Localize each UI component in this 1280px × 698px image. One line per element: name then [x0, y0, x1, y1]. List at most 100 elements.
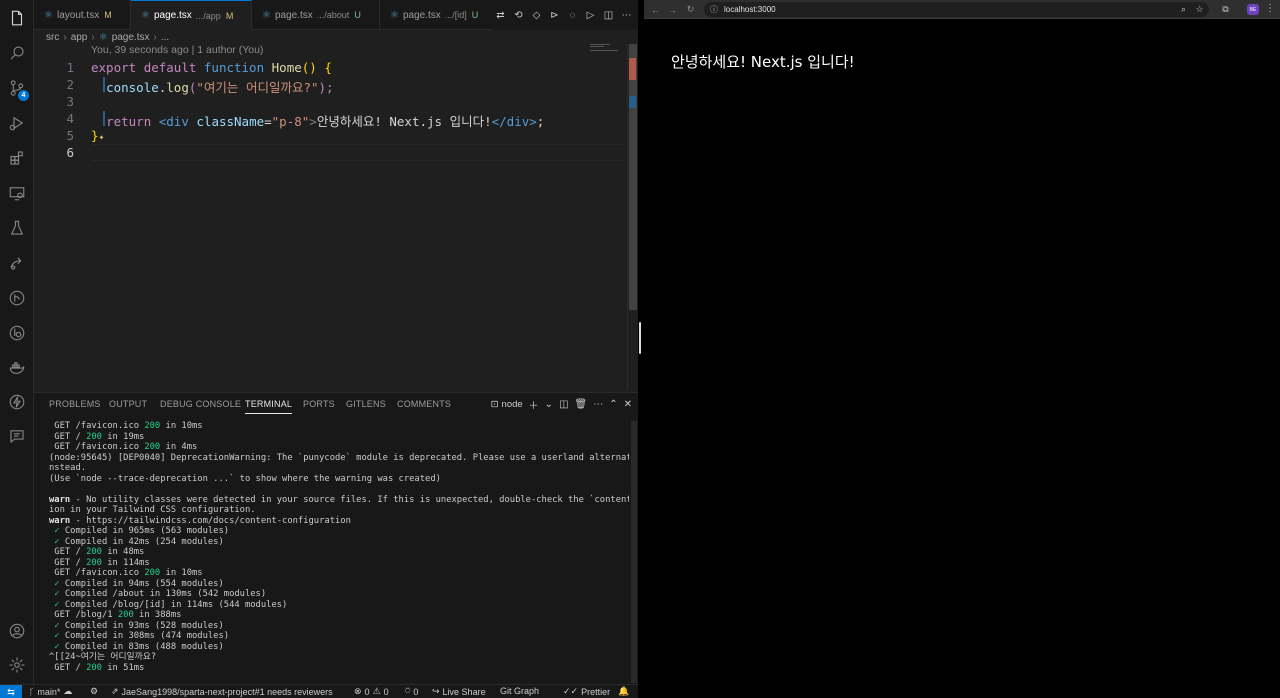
explorer-icon[interactable] [7, 8, 27, 28]
tab-problems[interactable]: PROBLEMS [49, 399, 101, 409]
tab-page-id[interactable]: ⚛ page.tsx .../[id] U [380, 0, 500, 30]
close-panel-icon[interactable]: ✕ [624, 399, 632, 410]
tab-ports[interactable]: PORTS [303, 399, 335, 409]
tab-gitlens[interactable]: GITLENS [346, 399, 386, 409]
source-control-badge: 4 [18, 90, 29, 101]
terminal-line: warn - No utility classes were detected … [49, 494, 629, 505]
git-blame-annotation[interactable]: You, 39 seconds ago | 1 author (You) [91, 44, 263, 59]
breadcrumb-file[interactable]: page.tsx [112, 32, 150, 43]
terminal-selector[interactable]: ⊡ node [491, 399, 523, 410]
tab-output[interactable]: OUTPUT [109, 399, 147, 409]
chevron-right-icon: › [63, 31, 67, 43]
search-icon[interactable] [7, 43, 27, 63]
scrollbar-thumb[interactable] [631, 421, 637, 683]
resize-handle[interactable] [639, 322, 641, 354]
remote-explorer-icon[interactable] [7, 183, 27, 203]
branch-indicator[interactable]: ᚴ main* ☁ [29, 686, 72, 697]
new-terminal-icon[interactable]: ＋ [529, 397, 539, 412]
reload-icon[interactable]: ↻ [684, 3, 697, 16]
check-double-icon: ✓✓ [563, 686, 579, 696]
tab-page-about[interactable]: ⚛ page.tsx .../about U [252, 0, 380, 30]
git-graph-label: Git Graph [500, 686, 540, 696]
terminal-output[interactable]: GET /favicon.ico 200 in 10ms GET / 200 i… [49, 421, 629, 683]
thunder-client-icon[interactable] [7, 392, 27, 412]
split-terminal-icon[interactable]: ◫ [559, 399, 568, 410]
chevron-down-icon[interactable]: ⌄ [545, 399, 553, 410]
split-editor-icon[interactable]: ◫ [601, 8, 616, 23]
forward-arrow-icon[interactable]: → [666, 3, 679, 16]
docker-icon[interactable] [7, 358, 27, 378]
tab-debug-console[interactable]: DEBUG CONSOLE [160, 399, 241, 409]
compare-changes-icon[interactable]: ⇄ [493, 8, 508, 23]
keyword-default: default [143, 60, 197, 75]
run-debug-icon[interactable] [7, 113, 27, 133]
open-changes-icon[interactable]: ⟲ [511, 8, 526, 23]
keyword-return: return [106, 114, 152, 129]
live-share-icon[interactable] [7, 253, 27, 273]
identifier-console: console [106, 80, 159, 95]
profile-avatar[interactable]: BE [1247, 4, 1259, 15]
ports-icon: ⍥ [405, 686, 411, 696]
terminal-line: ✓ Compiled /blog/[id] in 114ms (544 modu… [54, 599, 288, 610]
extensions-icon[interactable] [7, 148, 27, 168]
terminal-scrollbar[interactable] [630, 421, 638, 683]
more-actions-icon[interactable]: ⋯ [619, 8, 634, 23]
prettier-button[interactable]: ✓✓ Prettier [563, 686, 610, 697]
breadcrumb-symbol[interactable]: ... [161, 32, 169, 43]
brace-open: { [324, 60, 332, 75]
sparkle-icon[interactable]: ✦ [99, 132, 105, 143]
browser-menu-icon[interactable]: ⋮ [1265, 3, 1275, 14]
code-editor[interactable]: You, 39 seconds ago | 1 author (You) 1 2… [34, 44, 624, 390]
panel-actions: ⊡ node ＋ ⌄ ◫ 🗑 ⋯ ⌃ ✕ [491, 395, 632, 413]
settings-gear-icon[interactable] [7, 655, 27, 675]
live-share-button[interactable]: ↪ Live Share [432, 686, 486, 697]
git-graph-button[interactable]: Git Graph [500, 686, 539, 696]
url-text[interactable]: localhost:3000 [724, 5, 776, 14]
breadcrumb-src[interactable]: src [46, 32, 59, 43]
next-change-icon[interactable]: ⊳ [547, 8, 562, 23]
notifications-bell-icon[interactable]: 🔔 [618, 686, 629, 697]
site-info-icon[interactable]: ⓘ [710, 4, 718, 15]
warning-icon: ⚠ [372, 686, 381, 696]
remote-indicator-icon[interactable]: ⇆ [0, 685, 22, 698]
account-icon[interactable] [7, 621, 27, 641]
extensions-puzzle-icon[interactable]: ⧉ [1219, 3, 1232, 16]
more-icon[interactable]: ⋯ [593, 399, 603, 410]
back-arrow-icon[interactable]: ← [649, 3, 662, 16]
branch-icon: ᚴ [29, 686, 35, 697]
tab-label: page.tsx [153, 10, 192, 21]
comments-icon[interactable] [7, 426, 27, 446]
run-icon[interactable]: ▷ [583, 8, 598, 23]
code-line-5: }✦ [91, 128, 105, 143]
tab-layout[interactable]: ⚛ layout.tsx M [34, 0, 131, 30]
zoom-icon[interactable]: ⌕ [1177, 3, 1190, 16]
line-number: 5 [66, 128, 74, 143]
terminal-line: GET /favicon.ico 200 in 10ms [49, 421, 203, 431]
trash-icon[interactable]: 🗑 [575, 399, 588, 410]
pull-request-status[interactable]: ⇗ JaeSang1998/sparta-next-project#1 needs… [111, 686, 333, 697]
terminal-line: (node:95645) [DEP0040] DeprecationWarnin… [49, 452, 629, 463]
testing-icon[interactable] [7, 218, 27, 238]
tab-terminal[interactable]: TERMINAL [245, 399, 293, 414]
problems-indicator[interactable]: ⊗ 0 ⚠ 0 [354, 686, 389, 697]
terminal-line: GET / 200 in 48ms [49, 547, 145, 557]
minimap[interactable] [586, 44, 626, 344]
live-share-label: Live Share [442, 686, 486, 697]
line-number: 6 [66, 145, 74, 160]
git-icon[interactable]: ⚙ [90, 686, 98, 697]
scrollbar-thumb[interactable] [629, 44, 637, 310]
git-graph-icon[interactable] [7, 288, 27, 308]
tab-comments[interactable]: COMMENTS [397, 399, 451, 409]
ports-indicator[interactable]: ⍥ 0 [405, 686, 418, 697]
previous-change-icon[interactable]: ◇ [529, 8, 544, 23]
editor-scrollbar[interactable] [627, 44, 637, 390]
gitlens-compare-icon[interactable]: ◌ [565, 8, 580, 23]
address-bar[interactable]: ⓘ localhost:3000 [704, 2, 1209, 17]
tab-page-app[interactable]: ⚛ page.tsx .../app M [131, 0, 252, 30]
react-file-icon: ⚛ [262, 9, 271, 21]
maximize-panel-icon[interactable]: ⌃ [609, 399, 617, 410]
bookmark-star-icon[interactable]: ☆ [1193, 3, 1206, 16]
gitlens-icon[interactable] [7, 323, 27, 343]
terminal-line: GET /favicon.ico 200 in 10ms [49, 568, 203, 578]
breadcrumb-app[interactable]: app [71, 32, 88, 43]
